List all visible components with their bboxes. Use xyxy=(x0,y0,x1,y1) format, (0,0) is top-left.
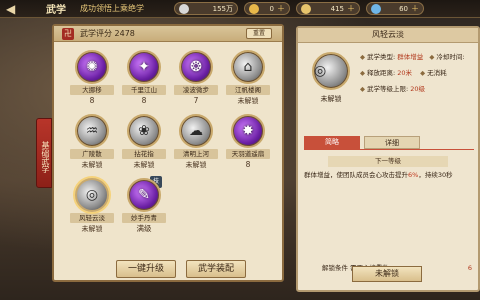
skill-icon: ☁ xyxy=(179,114,213,148)
gem-icon xyxy=(371,3,381,14)
skill-icon: ✎ xyxy=(127,178,161,212)
skill-icon: ✸ xyxy=(231,114,265,148)
one-click-upgrade-button[interactable]: 一键升级 xyxy=(116,260,176,278)
skill-level: 未解锁 xyxy=(81,161,103,169)
action-row: 一键升级 武学装配 xyxy=(54,258,282,280)
skill-level: 8 xyxy=(89,96,95,105)
top-bar: ◀ 武学 成功领悟上乘绝学 155万 0 ＋ 415 ＋ 60 ＋ xyxy=(0,0,480,18)
detail-lock-status: 未解锁 xyxy=(320,95,342,103)
skill-level: 未解锁 xyxy=(133,161,155,169)
add-gold-button[interactable]: ＋ xyxy=(277,3,285,14)
detail-skill-icon: ◎ xyxy=(312,52,350,90)
add-gem-button[interactable]: ＋ xyxy=(411,3,419,14)
reset-button[interactable]: 重置 xyxy=(246,28,272,39)
skill-name: 广陵散 xyxy=(70,149,114,159)
skill-level: 未解锁 xyxy=(81,225,103,233)
skill-name: 清明上河 xyxy=(174,149,218,159)
skill-cell[interactable]: ✦ 千里江山 8 xyxy=(118,48,170,108)
resource-gold: 0 ＋ xyxy=(244,2,290,15)
skill-score: 武学评分 2478 xyxy=(80,29,135,38)
add-jade-button[interactable]: ＋ xyxy=(347,3,355,14)
skill-name: 千里江山 xyxy=(122,85,166,95)
tab-underline xyxy=(304,149,474,150)
tab-brief[interactable]: 简略 xyxy=(304,136,360,149)
skill-icon: ❂ xyxy=(179,50,213,84)
skill-name: 风轻云淡 xyxy=(70,213,114,223)
jade-icon xyxy=(301,3,311,14)
skill-cell[interactable]: ☁ 清明上河 未解锁 xyxy=(170,112,222,172)
skill-icon: ✺ xyxy=(75,50,109,84)
attr-level-cap: ◆ 武学等级上限: 20级 xyxy=(360,85,426,93)
next-level-header: 下一等级 xyxy=(328,156,448,167)
skill-cell[interactable]: ❀ 拈花指 未解锁 xyxy=(118,112,170,172)
skill-list-panel: 基础武学 卍 武学评分 2478 重置 ✺ 大挪移 8 ✦ 千里江山 8 ❂ 凌… xyxy=(36,24,284,282)
tab-basic-skills[interactable]: 基础武学 xyxy=(36,118,52,188)
back-arrow-icon[interactable]: ◀ xyxy=(6,1,22,17)
silver-coin-icon xyxy=(179,3,189,14)
gold-ingot-icon xyxy=(249,3,259,14)
skill-cell-selected[interactable]: ◎ 风轻云淡 未解锁 xyxy=(66,176,118,236)
skill-detail-panel: 风轻云淡 ◎ 未解锁 ◆ 武学类型: 群体增益 ◆ 冷却时间: ◆ 释放距离: 20米… xyxy=(296,26,480,292)
skill-level: 8 xyxy=(141,96,147,105)
skill-icon: ♒ xyxy=(75,114,109,148)
page-title: 武学 xyxy=(46,5,66,16)
attr-range: ◆ 释放距离: 20米 ◆ 无消耗 xyxy=(360,69,447,77)
skill-effect-text: 群体增益，使团队成员会心攻击提升6%，持续30秒 xyxy=(304,171,453,179)
skill-icon: ❀ xyxy=(127,114,161,148)
equip-skills-button[interactable]: 武学装配 xyxy=(186,260,246,278)
skill-level: 7 xyxy=(193,96,199,105)
skill-name: 凌波微步 xyxy=(174,85,218,95)
skill-name: 妙手丹青 xyxy=(122,213,166,223)
skill-name: 江帆楼阁 xyxy=(226,85,270,95)
skill-level: 8 xyxy=(245,160,251,169)
skill-cell[interactable]: ⌂ 江帆楼阁 未解锁 xyxy=(222,48,274,108)
skill-icon: ⌂ xyxy=(231,50,265,84)
skill-cell[interactable]: ♒ 广陵散 未解锁 xyxy=(66,112,118,172)
resource-silver: 155万 xyxy=(174,2,238,15)
resource-gem: 60 ＋ xyxy=(366,2,424,15)
score-header: 卍 武学评分 2478 重置 xyxy=(54,26,282,42)
skill-cell[interactable]: 技 ✎ 妙手丹青 满级 xyxy=(118,176,170,236)
tab-detailed[interactable]: 详细 xyxy=(364,136,420,149)
skill-level: 未解锁 xyxy=(185,161,207,169)
seal-icon: 卍 xyxy=(62,27,74,40)
unlock-count: 6 xyxy=(467,264,472,272)
skill-icon: ◎ xyxy=(75,178,109,212)
skill-grid: ✺ 大挪移 8 ✦ 千里江山 8 ❂ 凌波微步 7 ⌂ 江帆楼阁 未解锁 ♒ 广… xyxy=(66,48,276,236)
attr-skill-type: ◆ 武学类型: 群体增益 ◆ 冷却时间: xyxy=(360,53,465,61)
skill-name: 大挪移 xyxy=(70,85,114,95)
skill-level: 未解锁 xyxy=(237,97,259,105)
skill-cell[interactable]: ✸ 天羽道遥扇 8 xyxy=(222,112,274,172)
detail-title: 风轻云淡 xyxy=(298,28,478,43)
skill-cell[interactable]: ❂ 凌波微步 7 xyxy=(170,48,222,108)
skill-icon: ✦ xyxy=(127,50,161,84)
page-subtitle: 成功领悟上乘绝学 xyxy=(80,4,144,13)
detail-tabs: 简略 详细 xyxy=(304,136,474,149)
skill-name: 天羽道遥扇 xyxy=(226,149,270,159)
skill-level: 满级 xyxy=(136,224,152,233)
skill-cell[interactable]: ✺ 大挪移 8 xyxy=(66,48,118,108)
skill-name: 拈花指 xyxy=(122,149,166,159)
resource-jade: 415 ＋ xyxy=(296,2,360,15)
unlock-button[interactable]: 未解锁 xyxy=(352,266,422,282)
